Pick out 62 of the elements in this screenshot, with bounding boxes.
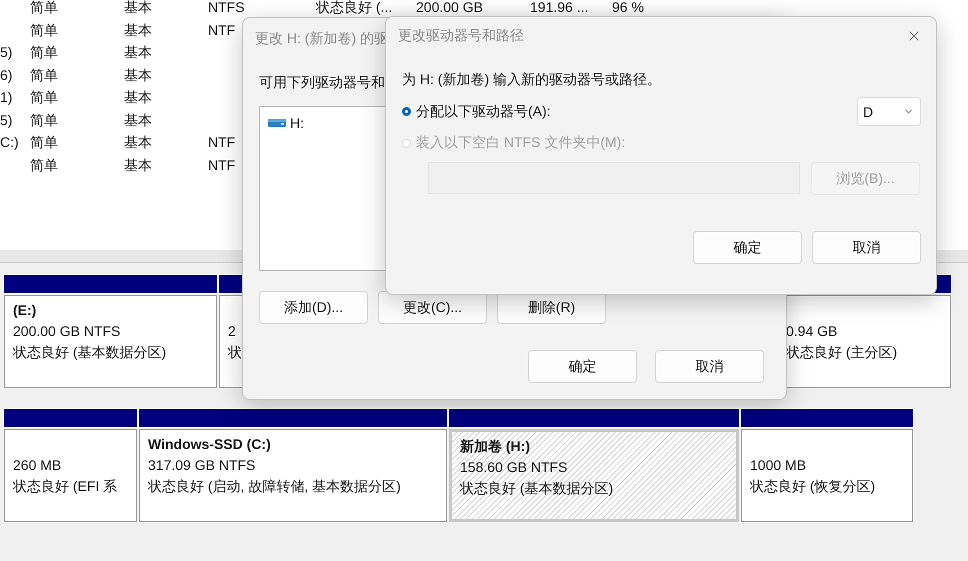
table-cell: 96 %	[612, 0, 644, 14]
table-cell: 简单	[30, 22, 58, 36]
partition-name: Windows-SSD (C:)	[148, 435, 272, 454]
partition-status: 状态良好 (基本数据分区)	[13, 343, 168, 362]
partition-block[interactable]: 1000 MB 状态良好 (恢复分区)	[741, 429, 913, 522]
table-cell: C:)	[0, 135, 19, 149]
partition-status: 状态良好 (基本数据分区)	[460, 479, 614, 498]
table-cell: 简单	[30, 68, 58, 82]
drive-icon	[268, 118, 286, 128]
instruction-text: 可用下列驱动器号和	[259, 74, 385, 90]
partition-status: 状态良好 (恢复分区)	[750, 477, 876, 496]
partition-block[interactable]: 260 MB 状态良好 (EFI 系	[4, 429, 137, 522]
table-cell: 1)	[0, 90, 12, 104]
partition-size: 260 MB	[13, 456, 62, 475]
table-cell: 基本	[124, 112, 152, 126]
dialog-button[interactable]: 确定	[693, 231, 802, 264]
table-cell: 简单	[30, 135, 58, 149]
table-cell: 简单	[30, 90, 58, 104]
radio-option[interactable]: 分配以下驱动器号(A):	[402, 102, 551, 120]
table-cell: 基本	[124, 158, 152, 172]
table-cell: 191.96 ...	[530, 0, 588, 14]
partition-size: 317.09 GB NTFS	[148, 456, 256, 475]
partition-block[interactable]: Windows-SSD (C:) 317.09 GB NTFS 状态良好 (启动, 故障转储, 基本数据分区)	[139, 429, 447, 522]
drive-letter-select[interactable]: D	[857, 97, 921, 126]
action-button[interactable]: 添加(D)...	[259, 291, 368, 324]
partition-name: (E:)	[13, 301, 38, 320]
partition-name: 新加卷 (H:)	[460, 437, 531, 456]
instruction-text: 为 H: (新加卷) 输入新的驱动器号或路径。	[402, 71, 661, 87]
table-cell: 5)	[0, 45, 12, 59]
table-cell: 基本	[124, 90, 152, 104]
table-cell: 5)	[0, 112, 12, 126]
table-cell: 基本	[124, 45, 152, 59]
table-cell: NTF	[208, 135, 236, 149]
table-cell: NTFS	[208, 0, 245, 14]
partition-status: 状态良好 (EFI 系	[13, 477, 118, 496]
partition-block[interactable]: 新加卷 (H:) 158.60 GB NTFS 状态良好 (基本数据分区)	[449, 429, 739, 522]
table-cell: 基本	[124, 68, 152, 82]
dialog-button[interactable]: 取消	[812, 231, 921, 264]
table-cell: 简单	[30, 158, 58, 172]
table-cell: 200.00 GB	[416, 0, 483, 14]
table-cell: 简单	[30, 112, 58, 126]
partition-size: 158.60 GB NTFS	[460, 458, 568, 477]
dialog-button[interactable]: 取消	[655, 350, 764, 383]
table-cell: 6)	[0, 68, 12, 82]
table-cell: NTF	[208, 158, 236, 172]
dialog-button[interactable]: 确定	[528, 350, 637, 383]
partition-size: 200.00 GB NTFS	[13, 322, 122, 341]
table-cell: 简单	[30, 0, 58, 14]
table-cell: 基本	[124, 135, 152, 149]
partition-block[interactable]: (E:) 200.00 GB NTFS 状态良好 (基本数据分区)	[4, 295, 217, 388]
partition-size: 1000 MB	[750, 456, 808, 475]
window-title: 更改驱动器号和路径	[398, 27, 524, 45]
table-cell: 基本	[124, 22, 152, 36]
partition-size: 2	[228, 322, 237, 341]
list-item[interactable]: H:	[290, 115, 304, 131]
partition-status: 状态良好 (启动, 故障转储, 基本数据分区)	[148, 477, 402, 496]
table-cell: 简单	[30, 45, 58, 59]
table-cell: 状态良好 (...	[316, 0, 392, 14]
partition-status: 状	[228, 343, 243, 362]
partition-size: 0.94 GB	[786, 322, 838, 341]
table-cell: NTF	[208, 22, 236, 36]
table-cell: 基本	[124, 0, 152, 14]
